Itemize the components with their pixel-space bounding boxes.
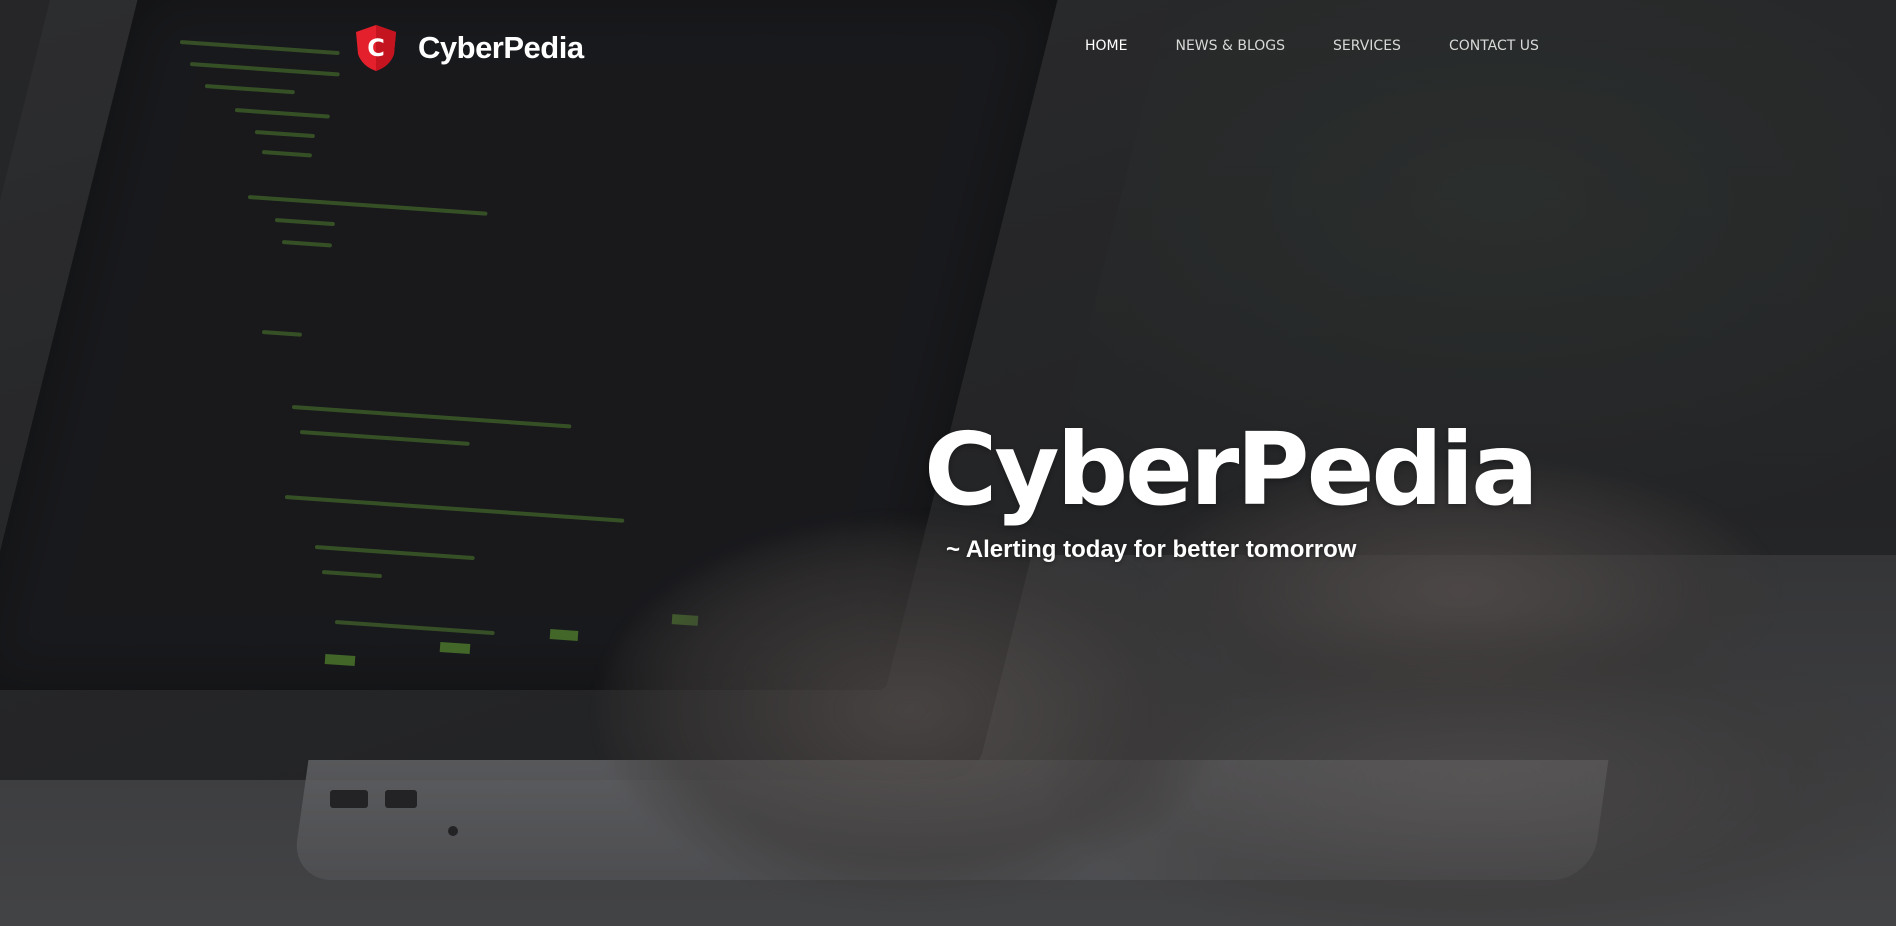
nav-item-home[interactable]: HOME	[1085, 38, 1127, 54]
nav-item-contact-us[interactable]: CONTACT US	[1449, 38, 1539, 54]
logo-letter: C	[367, 34, 385, 62]
hero-tagline: ~ Alerting today for better tomorrow	[946, 536, 1357, 563]
top-navbar: C CyberPedia HOME NEWS & BLOGS SERVICES …	[0, 0, 1896, 96]
hero-title: CyberPedia	[924, 411, 1539, 528]
nav-menu: HOME NEWS & BLOGS SERVICES CONTACT US	[1085, 38, 1587, 54]
shield-logo-icon: C	[356, 25, 396, 71]
brand-name: CyberPedia	[418, 30, 584, 65]
nav-item-services[interactable]: SERVICES	[1333, 38, 1401, 54]
brand-logo-link[interactable]: C CyberPedia	[354, 24, 584, 72]
nav-item-news-blogs[interactable]: NEWS & BLOGS	[1175, 38, 1285, 54]
hero-section: C CyberPedia HOME NEWS & BLOGS SERVICES …	[0, 0, 1896, 926]
